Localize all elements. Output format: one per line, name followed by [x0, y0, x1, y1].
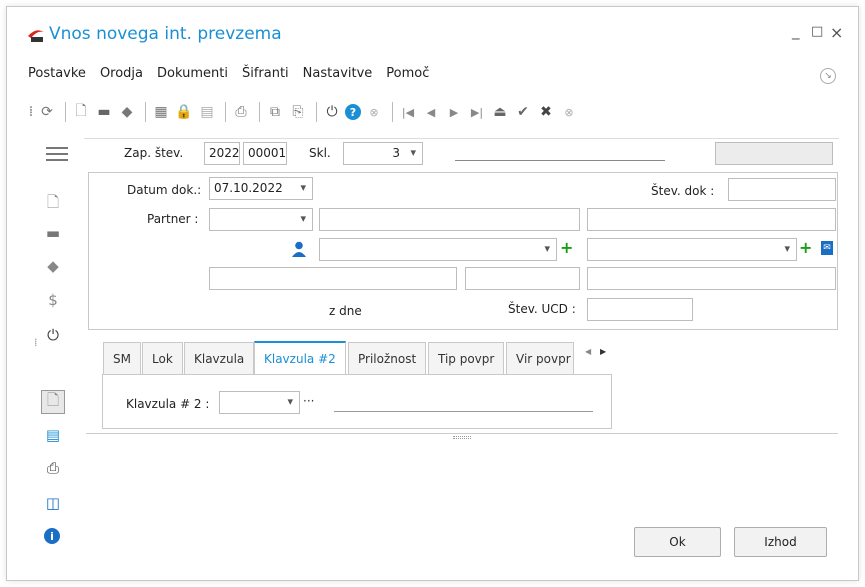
- tab-sm[interactable]: SM: [103, 342, 141, 374]
- contact-select[interactable]: [319, 238, 557, 261]
- power-icon[interactable]: ⏻: [322, 102, 342, 122]
- new-document-icon[interactable]: 🗋: [44, 193, 62, 213]
- mail-icon[interactable]: ✉: [821, 241, 833, 255]
- menu-sifranti[interactable]: Šifranti: [242, 66, 289, 81]
- partner-name-field[interactable]: [319, 208, 580, 231]
- postal-field[interactable]: [465, 267, 580, 290]
- zap-number-field[interactable]: 00001: [243, 142, 287, 165]
- print-icon[interactable]: ⎙: [231, 102, 251, 122]
- grid-icon[interactable]: ▤: [197, 102, 217, 122]
- klavzula2-select[interactable]: [219, 391, 300, 414]
- z-dne-label: z dne: [329, 304, 362, 318]
- last-record-icon[interactable]: ▶|: [467, 102, 487, 122]
- splitter-grip[interactable]: ⁞: [34, 336, 38, 349]
- add-contact-2-icon[interactable]: +: [799, 238, 812, 257]
- info-icon[interactable]: i: [44, 528, 60, 544]
- stev-dok-field[interactable]: [728, 178, 836, 201]
- tab-scroll-right-icon[interactable]: ▶: [600, 347, 606, 356]
- menu-dokumenti[interactable]: Dokumenti: [157, 66, 228, 81]
- tab-tip-povpr[interactable]: Tip povpr: [428, 342, 505, 374]
- collapse-icon[interactable]: ⊗: [364, 102, 384, 122]
- dollar-document-icon[interactable]: $: [44, 291, 62, 309]
- contact-person-icon: [292, 241, 306, 257]
- eject-icon[interactable]: ⏏: [490, 102, 510, 122]
- resize-grip[interactable]: [453, 436, 471, 439]
- datum-field[interactable]: 07.10.2022: [209, 177, 313, 200]
- menu-nastavitve[interactable]: Nastavitve: [303, 66, 373, 81]
- tab-priloznost[interactable]: Priložnost: [348, 342, 427, 374]
- eraser-icon[interactable]: ◆: [117, 102, 137, 122]
- calculator-icon[interactable]: ▦: [151, 102, 171, 122]
- stev-dok-label: Štev. dok :: [651, 184, 715, 198]
- ok-button[interactable]: Ok: [634, 527, 721, 557]
- contact-2-select[interactable]: [587, 238, 797, 261]
- skl-label: Skl.: [309, 146, 331, 160]
- partner-extra-field[interactable]: [587, 208, 836, 231]
- partner-label: Partner :: [147, 212, 199, 226]
- lock-icon[interactable]: 🔒: [174, 102, 194, 122]
- menu-bar: Postavke Orodja Dokumenti Šifranti Nastavitv…: [28, 66, 443, 81]
- folder-icon[interactable]: ▬: [44, 224, 62, 242]
- header-line-field[interactable]: [455, 160, 665, 161]
- refresh-icon[interactable]: ⟳: [37, 102, 57, 122]
- print-icon[interactable]: ⎙: [44, 459, 62, 477]
- next-record-icon[interactable]: ▶: [444, 102, 464, 122]
- menu-pomoc[interactable]: Pomoč: [386, 66, 429, 81]
- skl-select[interactable]: 3: [343, 142, 423, 165]
- maximize-button[interactable]: □: [811, 24, 823, 39]
- confirm-icon[interactable]: ✔: [513, 102, 533, 122]
- power-icon[interactable]: ⏻: [44, 326, 62, 344]
- copy-icon[interactable]: ⧉: [265, 102, 285, 122]
- zap-year-field[interactable]: 2022: [204, 142, 240, 165]
- first-record-icon[interactable]: |◀: [398, 102, 418, 122]
- eraser-icon[interactable]: ◆: [44, 257, 62, 275]
- cancel-icon[interactable]: ✖: [536, 102, 556, 122]
- minimize-button[interactable]: _: [792, 22, 800, 40]
- tab-lok[interactable]: Lok: [142, 342, 183, 374]
- tab-klavzula-2[interactable]: Klavzula #2: [254, 341, 346, 374]
- form-bottom-border: [86, 433, 838, 434]
- header-readonly-field: [715, 142, 833, 165]
- columns-icon[interactable]: ◫: [44, 494, 62, 512]
- city-field[interactable]: [587, 267, 836, 290]
- new-document-icon[interactable]: 🗋: [71, 102, 91, 122]
- klavzula2-browse-button[interactable]: ···: [303, 394, 314, 408]
- previous-record-icon[interactable]: ◀: [421, 102, 441, 122]
- new-item-icon[interactable]: 🗋: [41, 390, 65, 414]
- grip-icon: ⁞: [28, 104, 34, 120]
- paste-icon[interactable]: ⎘: [288, 102, 308, 122]
- close-button[interactable]: ×: [830, 23, 843, 42]
- klavzula2-text-field[interactable]: [334, 411, 593, 412]
- stev-ucd-label: Štev. UCD :: [508, 302, 576, 316]
- datum-label: Datum dok.:: [127, 183, 202, 197]
- address-field[interactable]: [209, 267, 457, 290]
- help-icon[interactable]: ?: [345, 104, 361, 120]
- collapse-menu-icon[interactable]: ↘: [820, 68, 836, 84]
- menu-postavke[interactable]: Postavke: [28, 66, 86, 81]
- toolbar: ⁞ ⟳ 🗋 ▬ ◆ ▦ 🔒 ▤ ⎙ ⧉ ⎘ ⏻ ? ⊗ |◀ ◀ ▶ ▶| ⏏ …: [28, 100, 582, 124]
- window-title: Vnos novega int. prevzema: [49, 24, 282, 44]
- zap-label: Zap. štev.: [124, 146, 184, 160]
- tab-klavzula[interactable]: Klavzula: [184, 342, 255, 374]
- partner-select[interactable]: [209, 208, 313, 231]
- expand-icon[interactable]: ⊗: [559, 102, 579, 122]
- tab-vir-povpr[interactable]: Vir povpr: [506, 342, 574, 374]
- add-contact-icon[interactable]: +: [560, 238, 573, 257]
- menu-orodja[interactable]: Orodja: [100, 66, 143, 81]
- izhod-button[interactable]: Izhod: [734, 527, 827, 557]
- app-logo-icon: [27, 27, 45, 43]
- search-table-icon[interactable]: ▤: [44, 426, 62, 444]
- folder-icon[interactable]: ▬: [94, 102, 114, 122]
- tab-scroll-left-icon[interactable]: ◀: [585, 347, 591, 356]
- hamburger-icon[interactable]: [46, 147, 68, 161]
- stev-ucd-field[interactable]: [587, 298, 693, 321]
- klavzula2-label: Klavzula # 2 :: [126, 397, 210, 411]
